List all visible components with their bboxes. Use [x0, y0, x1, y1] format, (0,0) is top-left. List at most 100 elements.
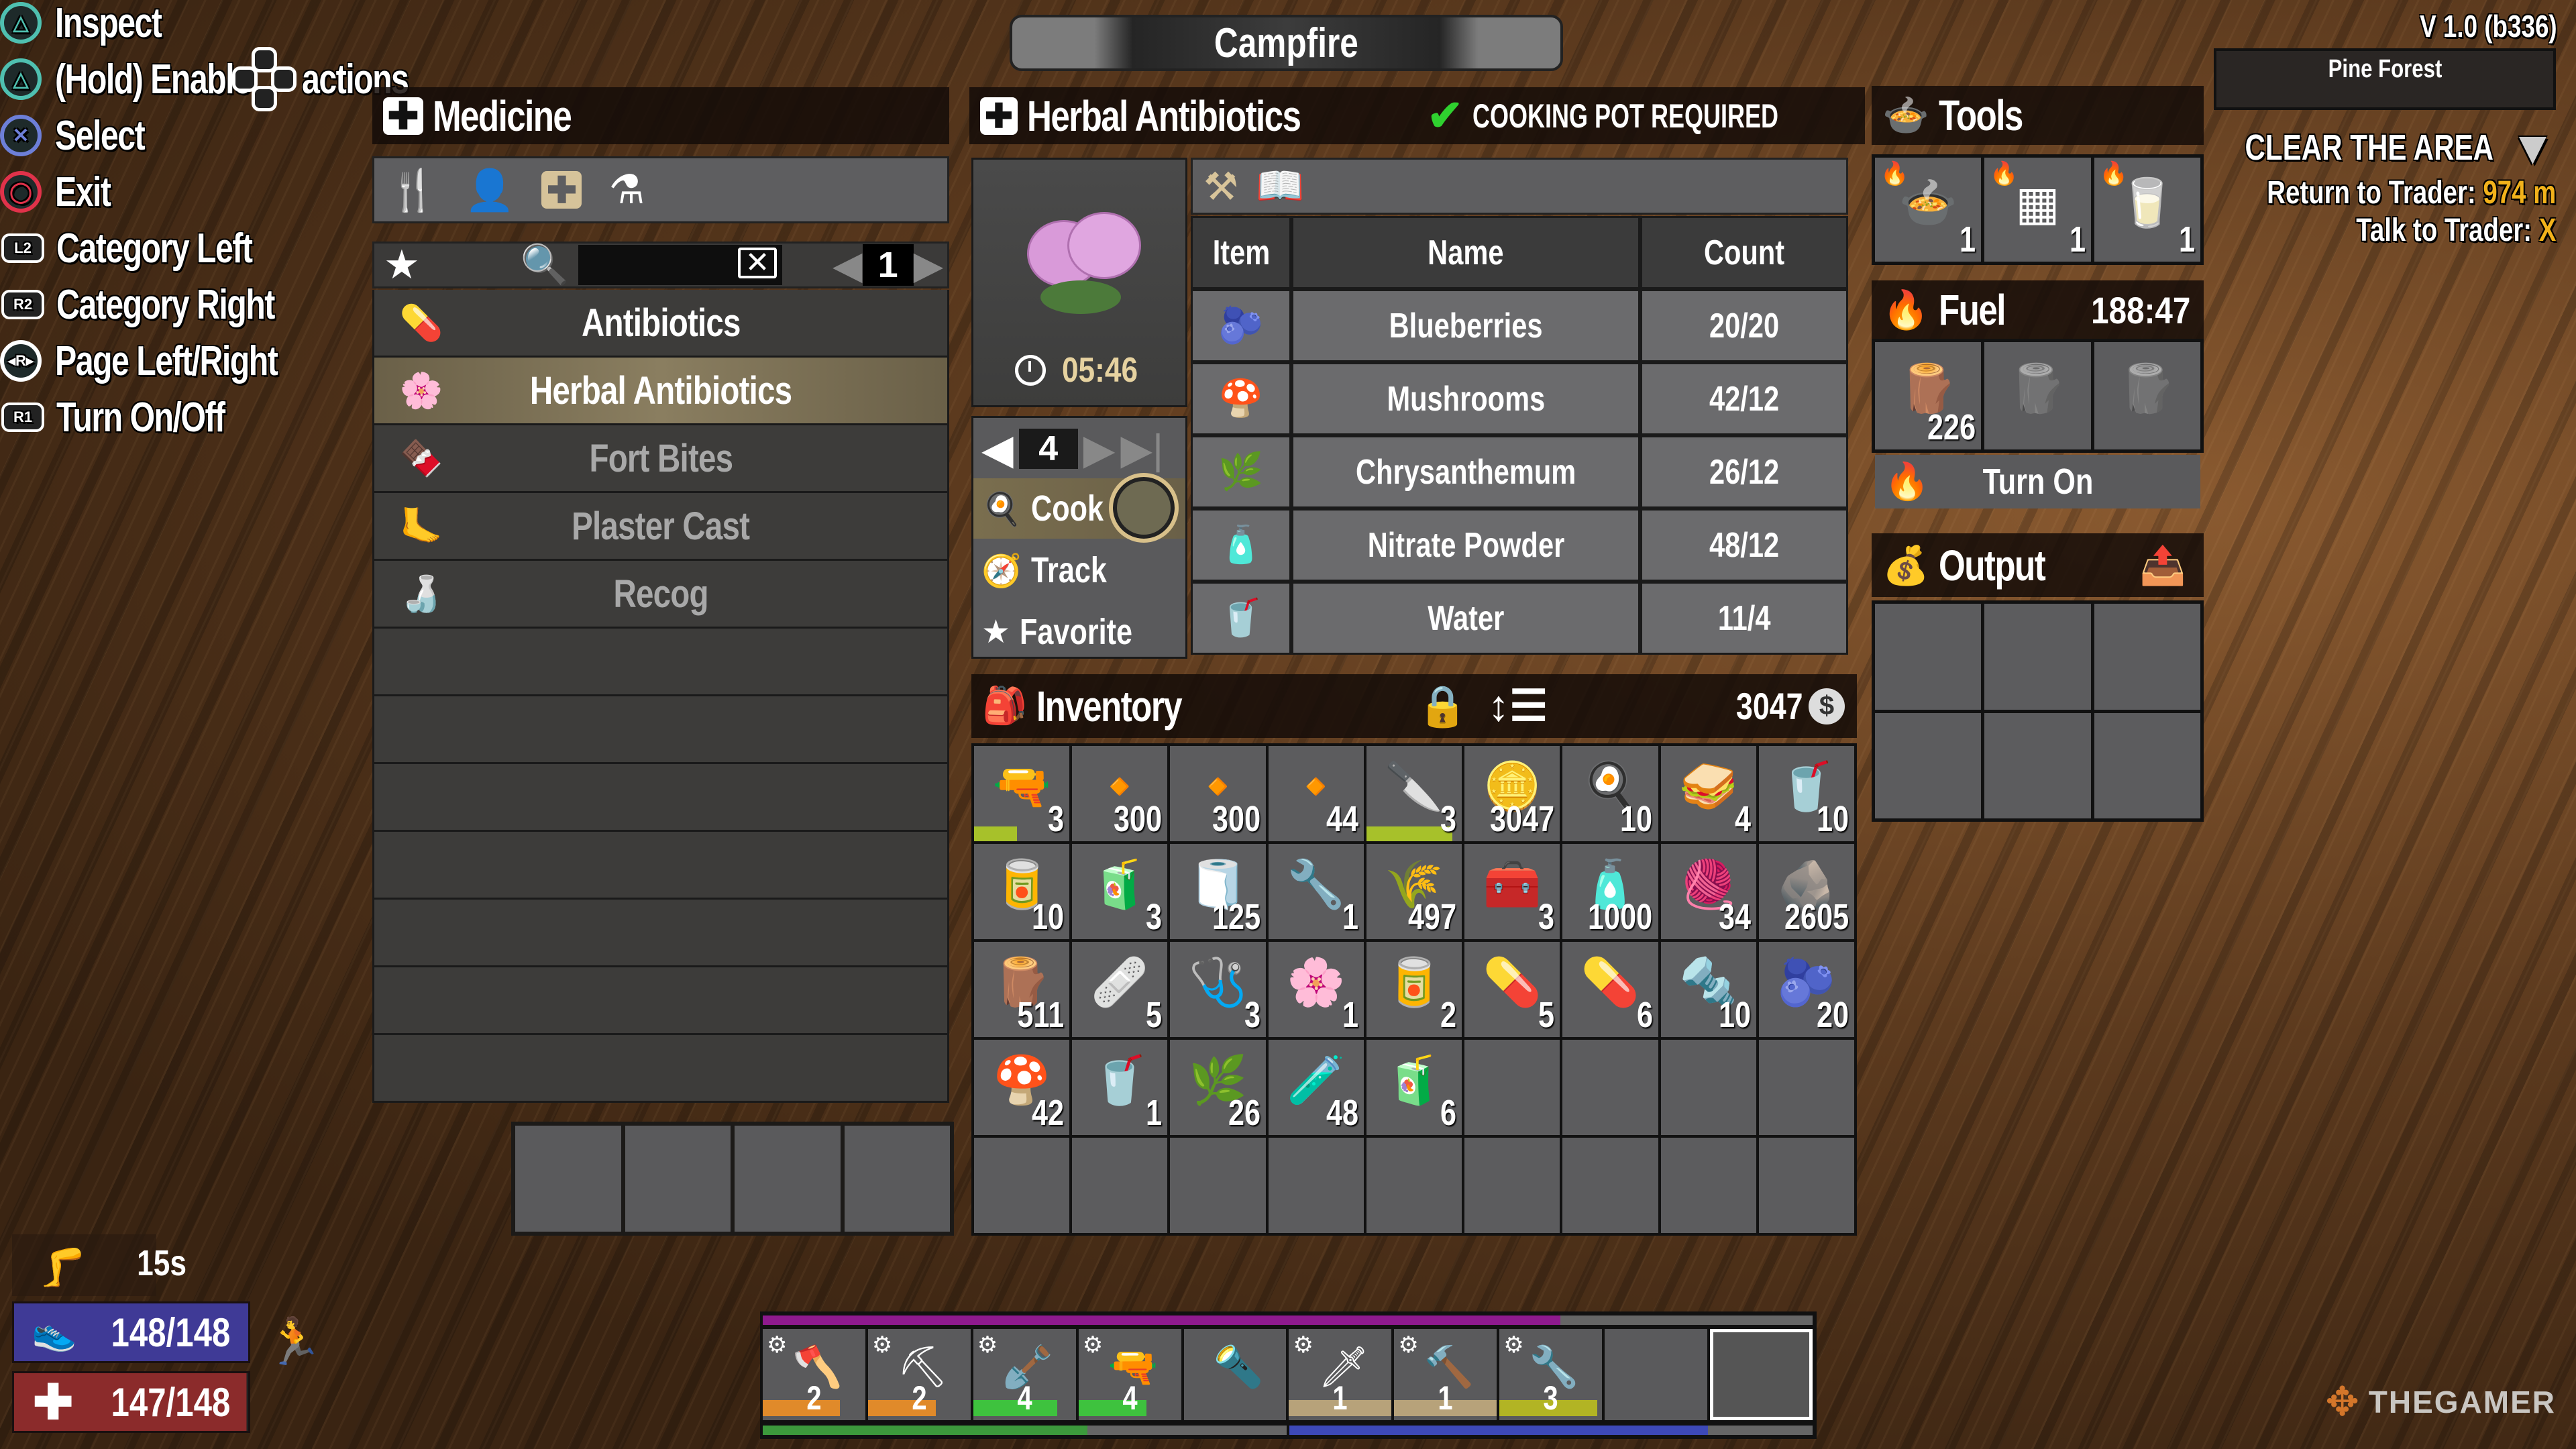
search-input[interactable]: ✕ [578, 245, 783, 285]
inventory-slot[interactable]: 🪙 3047 [1464, 746, 1560, 841]
search-field[interactable] [578, 245, 740, 282]
output-slot[interactable] [1875, 712, 1982, 818]
max-quantity-button[interactable]: ▶| [1120, 425, 1163, 474]
inventory-slot-empty[interactable] [1562, 1138, 1658, 1233]
ingredient-row[interactable]: 🍄 Mushrooms 42/12 [1191, 362, 1848, 435]
inventory-slot[interactable]: 🔧 1 [1268, 844, 1364, 939]
toolbelt-slot[interactable]: ⚙ 🪓 2 [763, 1329, 865, 1420]
medkit-icon[interactable]: ✚ [541, 170, 582, 211]
tool-slot-grill[interactable]: 🔥 ▦ 1 [1984, 158, 2091, 262]
recipe-item[interactable]: 🌸 Herbal Antibiotics [372, 358, 949, 425]
inventory-slot-empty[interactable] [1072, 1138, 1168, 1233]
inventory-slot[interactable]: 🔩 10 [1660, 942, 1756, 1037]
queue-slot[interactable] [844, 1126, 950, 1232]
cook-button[interactable]: 🍳 Cook [973, 473, 1185, 543]
track-button[interactable]: 🧭 Track [973, 540, 1185, 600]
take-all-icon[interactable]: 📤 [2139, 543, 2186, 588]
inventory-slot[interactable]: 🌾 497 [1366, 844, 1462, 939]
inventory-slot-empty[interactable] [974, 1138, 1070, 1233]
inventory-slot[interactable]: 🥫 10 [974, 844, 1070, 939]
inventory-slot[interactable]: 🧰 3 [1464, 844, 1560, 939]
inventory-slot[interactable]: 🌿 26 [1170, 1040, 1266, 1135]
inventory-slot[interactable]: 🫐 20 [1758, 942, 1854, 1037]
inventory-slot[interactable]: 🧃 6 [1366, 1040, 1462, 1135]
toolbelt-slot[interactable] [1605, 1329, 1708, 1420]
inventory-slot[interactable]: 🧴 1000 [1562, 844, 1658, 939]
increase-quantity-button[interactable]: ▶ [1083, 425, 1116, 474]
inventory-slot-empty[interactable] [1758, 1040, 1854, 1135]
toolbelt-slot[interactable]: ⚙ 🗡 1 [1289, 1329, 1392, 1420]
inventory-slot-empty[interactable] [1170, 1138, 1266, 1233]
ingredient-row[interactable]: 🫐 Blueberries 20/20 [1191, 289, 1848, 362]
toolbelt-slot[interactable]: ⚙ ⛏ 2 [867, 1329, 971, 1420]
recipe-item[interactable]: 🍶 Recog [372, 561, 949, 629]
page-prev-icon[interactable]: ◀ [833, 242, 863, 288]
clear-search-icon[interactable]: ✕ [738, 248, 777, 278]
inventory-slot[interactable]: 🧃 3 [1072, 844, 1168, 939]
inventory-slot[interactable]: 🌸 1 [1268, 942, 1364, 1037]
inventory-slot[interactable]: 🥤 1 [1072, 1040, 1168, 1135]
build-icon[interactable]: ⚒ [1203, 164, 1238, 209]
inventory-slot[interactable]: 🪵 511 [974, 942, 1070, 1037]
inventory-slot-empty[interactable] [1660, 1138, 1756, 1233]
inventory-slot-empty[interactable] [1660, 1040, 1756, 1135]
inventory-slot[interactable]: 🔫 3 [974, 746, 1070, 841]
inventory-slot[interactable]: 💊 6 [1562, 942, 1658, 1037]
inventory-slot[interactable]: 🧻 125 [1170, 844, 1266, 939]
inventory-slot-empty[interactable] [1758, 1138, 1854, 1233]
inventory-slot[interactable]: 🔸 44 [1268, 746, 1364, 841]
inventory-slot[interactable]: 🥤 10 [1758, 746, 1854, 841]
turn-on-button[interactable]: 🔥 Turn On [1875, 455, 2200, 508]
inventory-slot-empty[interactable] [1366, 1138, 1462, 1233]
output-slot[interactable] [1984, 712, 2091, 818]
output-slot[interactable] [2094, 604, 2200, 710]
page-next-icon[interactable]: ▶ [914, 242, 944, 288]
output-slot[interactable] [2094, 712, 2200, 818]
inventory-slot[interactable]: 🥫 2 [1366, 942, 1462, 1037]
inventory-slot-empty[interactable] [1268, 1138, 1364, 1233]
inventory-slot[interactable]: 🔸 300 [1170, 746, 1266, 841]
toolbelt-slot[interactable]: ⚙ 🔧 3 [1499, 1329, 1603, 1420]
tool-slot-cooking-pot[interactable]: 🔥 🍲 1 [1875, 158, 1982, 262]
fuel-slot[interactable]: 🪵 [1984, 342, 2091, 449]
inventory-slot[interactable]: 🥪 4 [1660, 746, 1756, 841]
output-slot[interactable] [1875, 604, 1982, 710]
fork-icon[interactable]: 🍴 [388, 166, 438, 214]
output-slot[interactable] [1984, 604, 2091, 710]
ingredient-row[interactable]: 🥤 Water 11/4 [1191, 582, 1848, 655]
craft-progress-ring[interactable] [1109, 473, 1179, 543]
inventory-slot[interactable]: 🔪 3 [1366, 746, 1462, 841]
queue-slot[interactable] [515, 1126, 621, 1232]
toolbelt-slot[interactable]: ⚙ 🔫 4 [1078, 1329, 1181, 1420]
inventory-slot-empty[interactable] [1464, 1138, 1560, 1233]
inventory-slot[interactable]: 🍳 10 [1562, 746, 1658, 841]
inventory-slot-empty[interactable] [1464, 1040, 1560, 1135]
inventory-slot[interactable]: 🧪 48 [1268, 1040, 1364, 1135]
inventory-slot[interactable]: 💊 5 [1464, 942, 1560, 1037]
inventory-slot[interactable]: 🍄 42 [974, 1040, 1070, 1135]
toolbelt-slot[interactable]: ⚙ 🪏 4 [973, 1329, 1076, 1420]
inventory-slot[interactable]: 🧶 34 [1660, 844, 1756, 939]
fuel-slot[interactable]: 🪵 226 [1875, 342, 1982, 449]
recipe-item[interactable]: 💊 Antibiotics [372, 290, 949, 358]
quantity-value[interactable]: 4 [1018, 429, 1078, 469]
recipe-item[interactable]: 🍫 Fort Bites [372, 425, 949, 493]
queue-slot[interactable] [735, 1126, 841, 1232]
recipe-item[interactable]: 🦶 Plaster Cast [372, 493, 949, 561]
decrease-quantity-button[interactable]: ◀ [981, 425, 1014, 474]
flask-icon[interactable]: ⚗ [608, 166, 645, 213]
book-icon[interactable]: 📖 [1256, 164, 1304, 209]
queue-slot[interactable] [625, 1126, 731, 1232]
lock-icon[interactable]: 🔒 [1417, 682, 1468, 730]
toolbelt-slot[interactable]: 🔦 [1183, 1329, 1287, 1420]
inventory-slot[interactable]: 🪨 2605 [1758, 844, 1854, 939]
inventory-slot-empty[interactable] [1562, 1040, 1658, 1135]
favorite-button[interactable]: ★ Favorite [973, 602, 1185, 662]
ingredient-row[interactable]: 🧴 Nitrate Powder 48/12 [1191, 508, 1848, 582]
toolbelt-slot[interactable] [1710, 1329, 1813, 1420]
person-eating-icon[interactable]: 👤 [465, 166, 515, 214]
sort-icon[interactable]: ↕☰ [1488, 681, 1548, 731]
inventory-slot[interactable]: 🩹 5 [1072, 942, 1168, 1037]
ingredient-row[interactable]: 🌿 Chrysanthemum 26/12 [1191, 435, 1848, 508]
fuel-slot[interactable]: 🪵 [2094, 342, 2200, 449]
